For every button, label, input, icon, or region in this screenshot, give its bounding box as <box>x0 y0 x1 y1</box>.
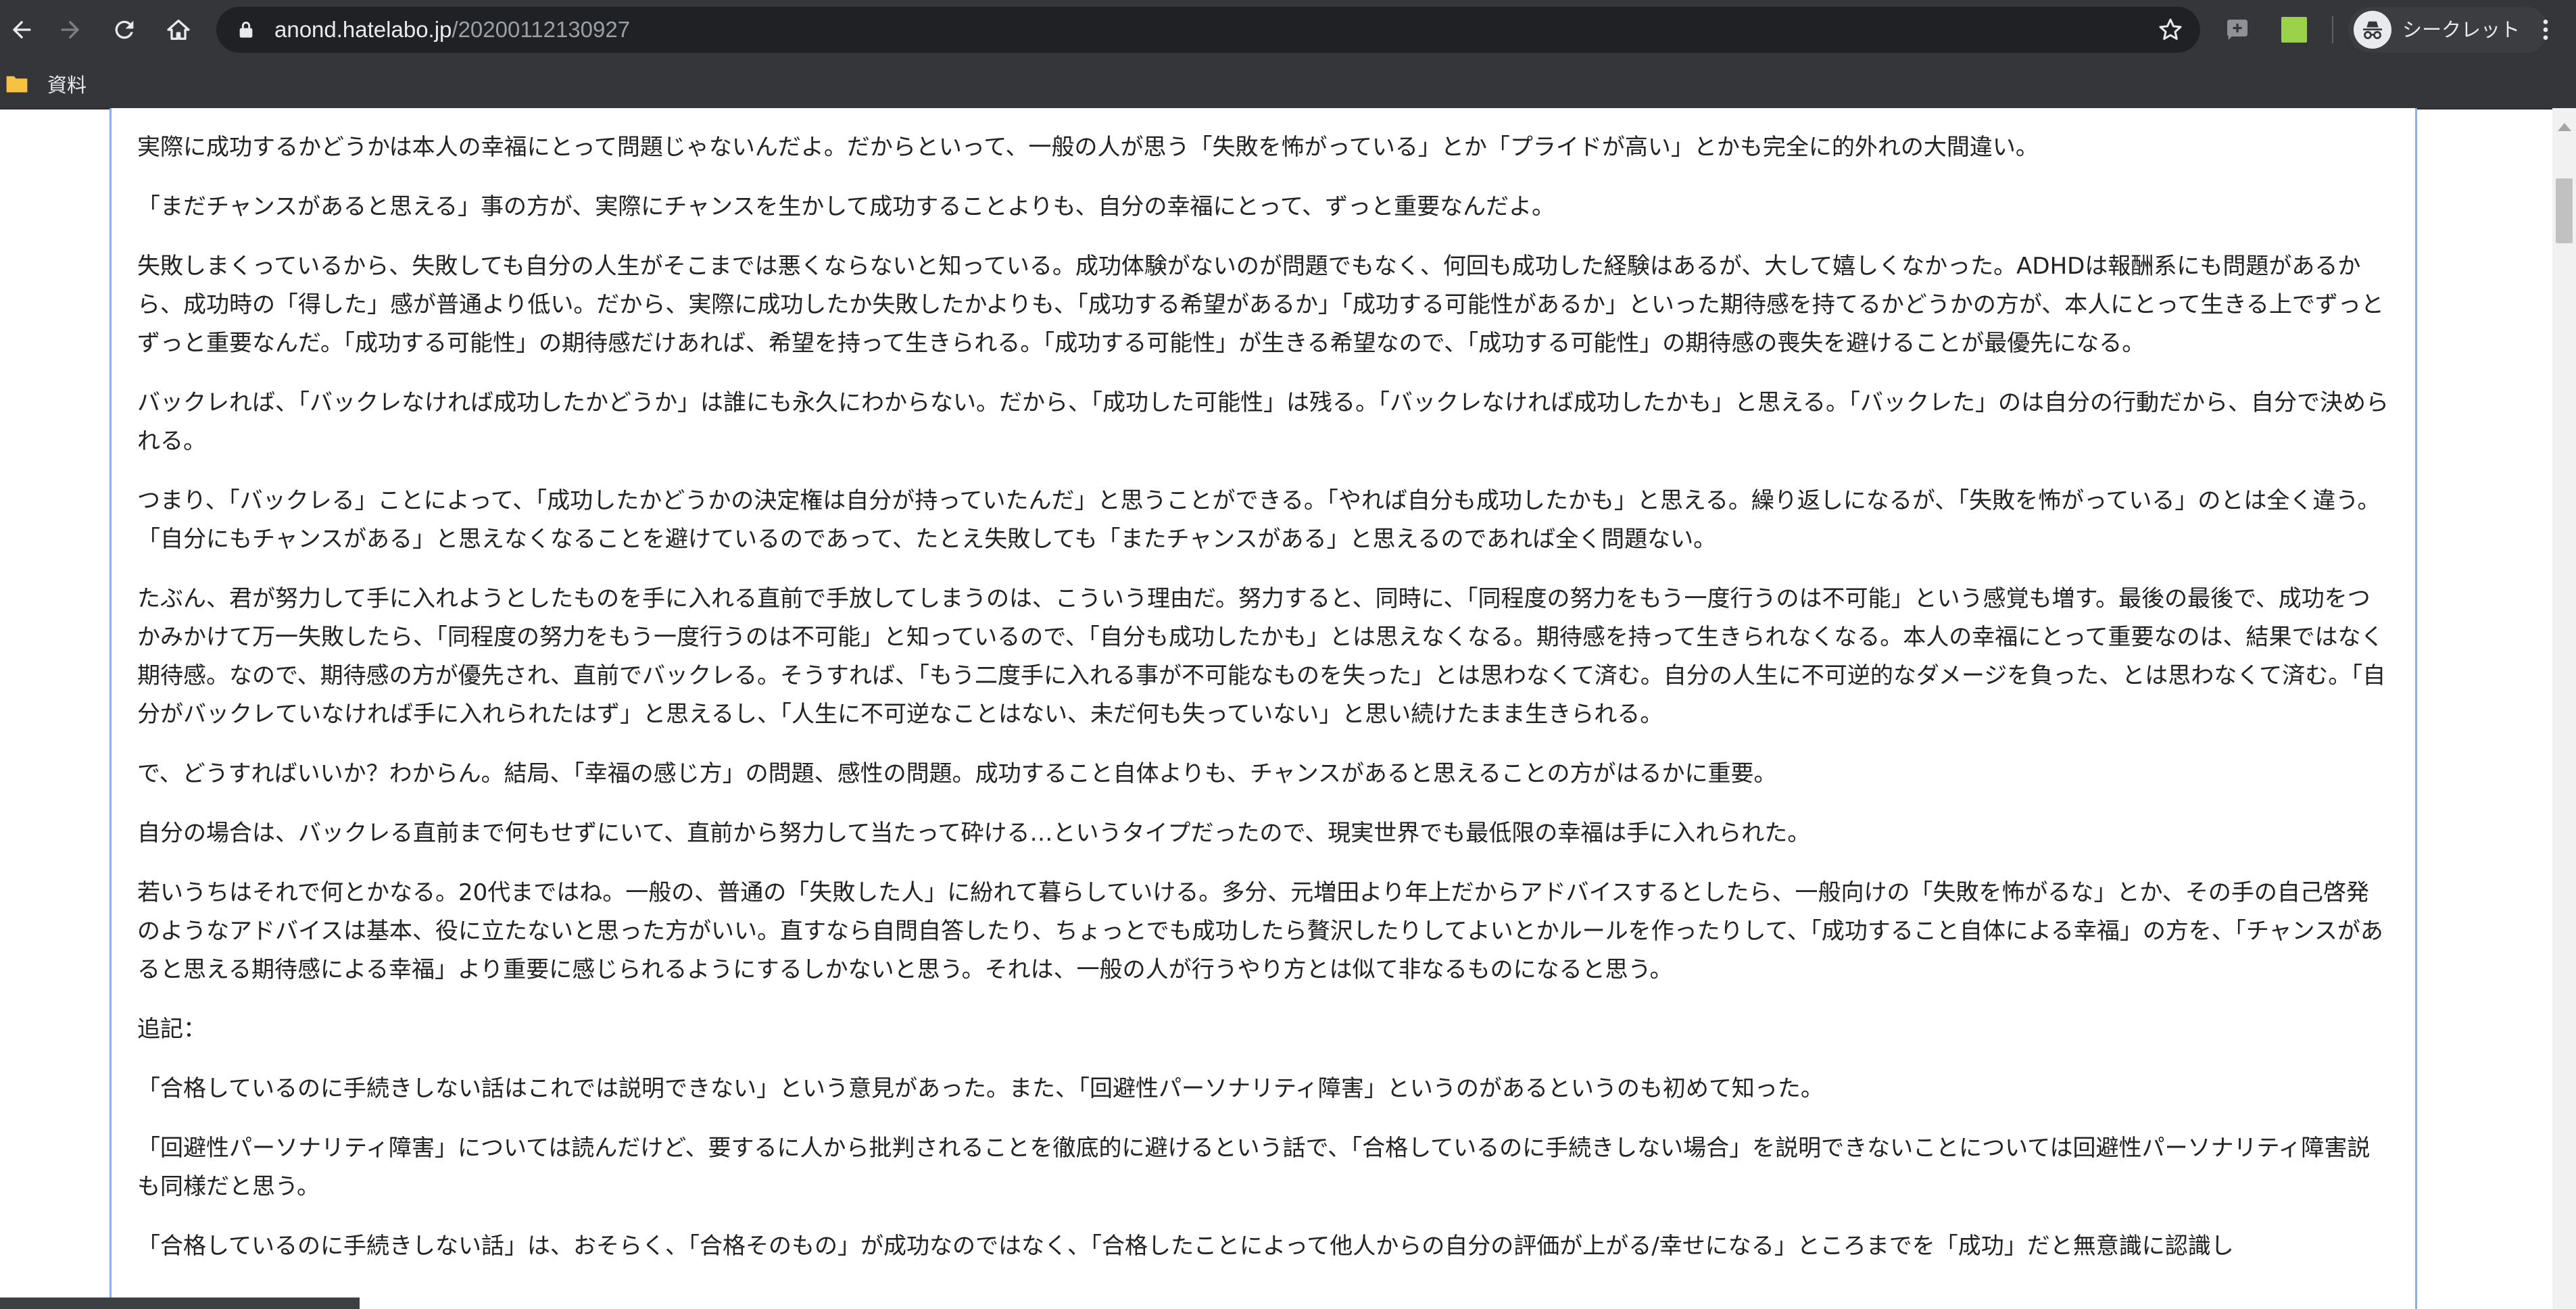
toolbar-separator <box>2332 16 2333 43</box>
profile-label: シークレット <box>2402 18 2521 41</box>
article-paragraph: 「合格しているのに手続きしない話はこれでは説明できない」という意見があった。また… <box>137 1075 1824 1102</box>
browser-toolbar: anond.hatelabo.jp/20200112130927 シークレット <box>0 0 2576 59</box>
article-paragraph: たぶん、君が努力して手に入れようとしたものを手に入れる直前で手放してしまうのは、… <box>137 585 2386 728</box>
reload-icon <box>115 20 134 39</box>
folder-icon <box>6 76 28 93</box>
back-button[interactable] <box>0 8 43 51</box>
page-scrollbar[interactable] <box>2552 108 2576 1309</box>
article-paragraph: で、どうすればいいか？わからん。結局、「幸福の感じ方」の問題、感性の問題。成功す… <box>137 760 1777 787</box>
extension-button-2[interactable] <box>2277 12 2312 47</box>
page-content: 実際に成功するかどうかは本人の幸福にとって問題じゃないんだよ。だからといって、一… <box>110 108 2417 1309</box>
status-bubble <box>0 1298 360 1309</box>
bookmark-star-icon[interactable] <box>2157 16 2184 43</box>
more-vertical-icon <box>2543 20 2548 40</box>
comment-plus-icon <box>2227 20 2247 40</box>
home-icon <box>167 20 190 40</box>
scroll-up-arrow-icon[interactable] <box>2558 122 2571 131</box>
scrollbar-thumb[interactable] <box>2556 178 2573 243</box>
reload-button[interactable] <box>103 8 146 51</box>
article-paragraph: バックレれば、「バックレなければ成功したかどうか」は誰にも永久にわからない。だか… <box>137 389 2389 455</box>
forward-button[interactable] <box>49 8 92 51</box>
article-paragraph: 若いうちはそれで何とかなる。20代まではね。一般の、普通の「失敗した人」に紛れて… <box>137 879 2383 983</box>
article-paragraph: 実際に成功するかどうかは本人の幸福にとって問題じゃないんだよ。だからといって、一… <box>137 134 2039 161</box>
bookmarks-bar: 資料 <box>0 59 2576 109</box>
article-paragraph: 自分の場合は、バックレる直前まで何もせずにいて、直前から努力して当たって砕ける…… <box>137 820 1811 847</box>
url-path: /20200112130927 <box>452 17 631 42</box>
bookmark-folder-label: 資料 <box>47 74 87 97</box>
address-bar[interactable]: anond.hatelabo.jp/20200112130927 <box>216 7 2200 53</box>
article-paragraph: 失敗しまくっているから、失敗しても自分の人生がそこまでは悪くならないと知っている… <box>137 253 2384 357</box>
article-body: 実際に成功するかどうかは本人の幸福にとって問題じゃないんだよ。だからといって、一… <box>137 128 2391 1287</box>
article-paragraph: 「合格しているのに手続きしない話」は、おそらく、「合格そのもの」が成功なのではな… <box>137 1233 2234 1260</box>
article-paragraph: 「まだチャンスがあると思える」事の方が、実際にチャンスを生かして成功することより… <box>137 193 1555 220</box>
extension-button-1[interactable] <box>2220 12 2255 47</box>
forward-arrow-icon <box>61 20 80 39</box>
url-host: anond.hatelabo.jp <box>274 17 452 42</box>
bookmark-folder-item[interactable]: 資料 <box>5 68 87 100</box>
incognito-profile-button[interactable]: シークレット <box>2348 7 2548 53</box>
article-addendum-heading: 追記： <box>137 1016 206 1043</box>
url-text[interactable]: anond.hatelabo.jp/20200112130927 <box>274 7 630 53</box>
article-paragraph: 「回避性パーソナリティ障害」については読んだけど、要するに人から批判されることを… <box>137 1135 2371 1200</box>
back-arrow-icon <box>12 20 31 39</box>
home-button[interactable] <box>157 8 200 51</box>
green-square-icon <box>2281 17 2307 43</box>
browser-menu-button[interactable] <box>2525 9 2566 50</box>
incognito-icon <box>2354 11 2391 49</box>
lock-icon[interactable] <box>237 20 256 39</box>
article-paragraph: つまり、「バックレる」ことによって、「成功したかどうかの決定権は自分が持っていた… <box>137 487 2381 553</box>
